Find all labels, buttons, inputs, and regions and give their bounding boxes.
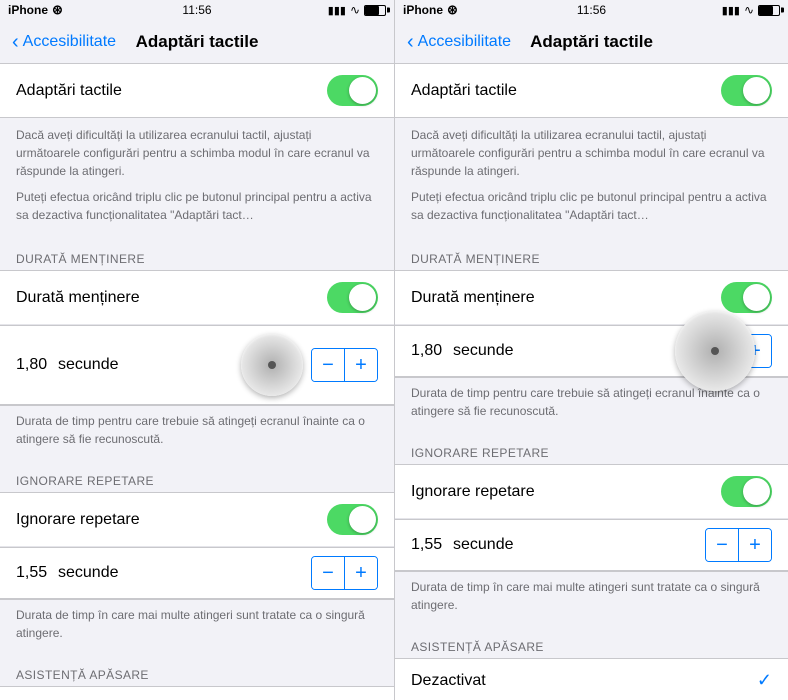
toggle-switch[interactable]: [721, 476, 772, 507]
toggle-knob: [743, 478, 770, 505]
toggle-knob: [349, 506, 376, 533]
stepper-plus-button[interactable]: +: [345, 557, 377, 589]
toggle-row-1-0: Ignorare repetare: [395, 465, 788, 519]
stepper-control: − +: [705, 528, 772, 562]
signal-icon: ▮▮▮: [722, 4, 740, 17]
toggle-knob: [349, 284, 376, 311]
toggle-knob: [743, 77, 770, 104]
value-unit: secunde: [453, 536, 705, 554]
check-row-2-0[interactable]: Dezactivat ✓: [0, 687, 394, 700]
status-right: ▮▮▮ ∿: [722, 3, 780, 17]
stepper-minus-button[interactable]: −: [706, 529, 738, 561]
back-chevron-icon: ‹: [407, 32, 414, 52]
toggle-switch[interactable]: [327, 504, 378, 535]
main-toggle[interactable]: [721, 75, 772, 106]
section-header-1: IGNORARE REPETARE: [0, 458, 394, 492]
battery-icon: [364, 5, 386, 16]
value-unit: secunde: [58, 564, 311, 582]
value-number: 1,55: [411, 536, 451, 554]
status-bar: iPhone ⊛ 11:56 ▮▮▮ ∿: [395, 0, 788, 20]
main-toggle-label: Adaptări tactile: [411, 82, 721, 100]
checkmark-icon: ✓: [757, 670, 772, 691]
section-0: Durată menținere 1,80 secunde − +: [395, 270, 788, 378]
section-header-2: ASISTENȚĂ APĂSARE: [0, 652, 394, 686]
stepper-minus-button[interactable]: −: [312, 349, 344, 381]
section-description-0: Durata de timp pentru care trebuie să at…: [0, 406, 394, 458]
battery-icon: [758, 5, 780, 16]
toggle-switch[interactable]: [327, 282, 378, 313]
stepper-row-0-1: 1,80 secunde − +: [0, 325, 394, 405]
circle-dot: [268, 361, 276, 369]
value-number: 1,55: [16, 564, 56, 582]
value-unit: secunde: [453, 342, 705, 360]
main-description: Dacă aveți dificultăți la utilizarea ecr…: [395, 118, 788, 236]
stepper-minus-button[interactable]: −: [312, 557, 344, 589]
main-toggle[interactable]: [327, 75, 378, 106]
section-header-0: DURATĂ MENȚINERE: [395, 236, 788, 270]
back-button[interactable]: ‹ Accesibilitate: [407, 32, 511, 52]
toggle-row-0-0: Durată menținere: [0, 271, 394, 325]
wifi-icon: ∿: [350, 3, 360, 17]
status-right: ▮▮▮ ∿: [328, 3, 386, 17]
content-area: Adaptări tactile Dacă aveți dificultăți …: [395, 64, 788, 700]
stepper-control: − +: [311, 348, 378, 382]
main-toggle-row: Adaptări tactile: [395, 64, 788, 117]
stepper-control: − +: [311, 556, 378, 590]
section-description-1: Durata de timp în care mai multe atinger…: [0, 600, 394, 652]
toggle-switch[interactable]: [721, 282, 772, 313]
section-2: Dezactivat ✓ Utilizați poziția Apăsare i…: [395, 658, 788, 700]
main-description: Dacă aveți dificultăți la utilizarea ecr…: [0, 118, 394, 236]
back-button[interactable]: ‹ Accesibilitate: [12, 32, 116, 52]
content-area: Adaptări tactile Dacă aveți dificultăți …: [0, 64, 394, 700]
signal-icon: ▮▮▮: [328, 4, 346, 17]
nav-bar: ‹ Accesibilitate Adaptări tactile: [395, 20, 788, 64]
phone-panel-right: iPhone ⊛ 11:56 ▮▮▮ ∿ ‹ Accesibilitate Ad…: [394, 0, 788, 700]
stepper-plus-button[interactable]: +: [739, 529, 771, 561]
stepper-row-1-1: 1,55 secunde − +: [0, 547, 394, 599]
back-chevron-icon: ‹: [12, 32, 19, 52]
value-number: 1,80: [411, 342, 451, 360]
circle-dot: [711, 347, 719, 355]
stepper-plus-button[interactable]: +: [345, 349, 377, 381]
status-bar: iPhone ⊛ 11:56 ▮▮▮ ∿: [0, 0, 394, 20]
wifi-icon: ∿: [744, 3, 754, 17]
stepper-row-0-1: 1,80 secunde − +: [395, 325, 788, 377]
main-toggle-row: Adaptări tactile: [0, 64, 394, 117]
row-label: Ignorare repetare: [16, 511, 327, 529]
toggle-knob: [743, 284, 770, 311]
back-label: Accesibilitate: [418, 33, 511, 51]
back-label: Accesibilitate: [23, 33, 116, 51]
value-number: 1,80: [16, 356, 56, 374]
section-header-0: DURATĂ MENȚINERE: [0, 236, 394, 270]
circle-slider[interactable]: [675, 311, 755, 391]
row-label: Ignorare repetare: [411, 483, 721, 501]
toggle-knob: [349, 77, 376, 104]
time-label: 11:56: [182, 3, 211, 17]
row-label: Durată menținere: [411, 289, 721, 307]
check-row-2-0[interactable]: Dezactivat ✓: [395, 659, 788, 700]
circle-slider[interactable]: [241, 334, 303, 396]
section-description-1: Durata de timp în care mai multe atinger…: [395, 572, 788, 624]
page-title: Adaptări tactile: [136, 32, 259, 52]
main-toggle-label: Adaptări tactile: [16, 82, 327, 100]
nav-bar: ‹ Accesibilitate Adaptări tactile: [0, 20, 394, 64]
carrier-label: iPhone ⊛: [8, 2, 63, 18]
value-unit: secunde: [58, 356, 241, 374]
page-title: Adaptări tactile: [530, 32, 653, 52]
row-label: Durată menținere: [16, 289, 327, 307]
section-0: Durată menținere 1,80 secunde − +: [0, 270, 394, 406]
carrier-label: iPhone ⊛: [403, 2, 458, 18]
section-1: Ignorare repetare 1,55 secunde − +: [395, 464, 788, 572]
section-header-1: IGNORARE REPETARE: [395, 430, 788, 464]
phone-panel-left: iPhone ⊛ 11:56 ▮▮▮ ∿ ‹ Accesibilitate Ad…: [0, 0, 394, 700]
section-2: Dezactivat ✓ Utilizați poziția Apăsare i…: [0, 686, 394, 700]
section-header-2: ASISTENȚĂ APĂSARE: [395, 624, 788, 658]
stepper-row-1-1: 1,55 secunde − +: [395, 519, 788, 571]
section-1: Ignorare repetare 1,55 secunde − +: [0, 492, 394, 600]
time-label: 11:56: [577, 3, 606, 17]
row-label: Dezactivat: [411, 672, 757, 690]
toggle-row-1-0: Ignorare repetare: [0, 493, 394, 547]
